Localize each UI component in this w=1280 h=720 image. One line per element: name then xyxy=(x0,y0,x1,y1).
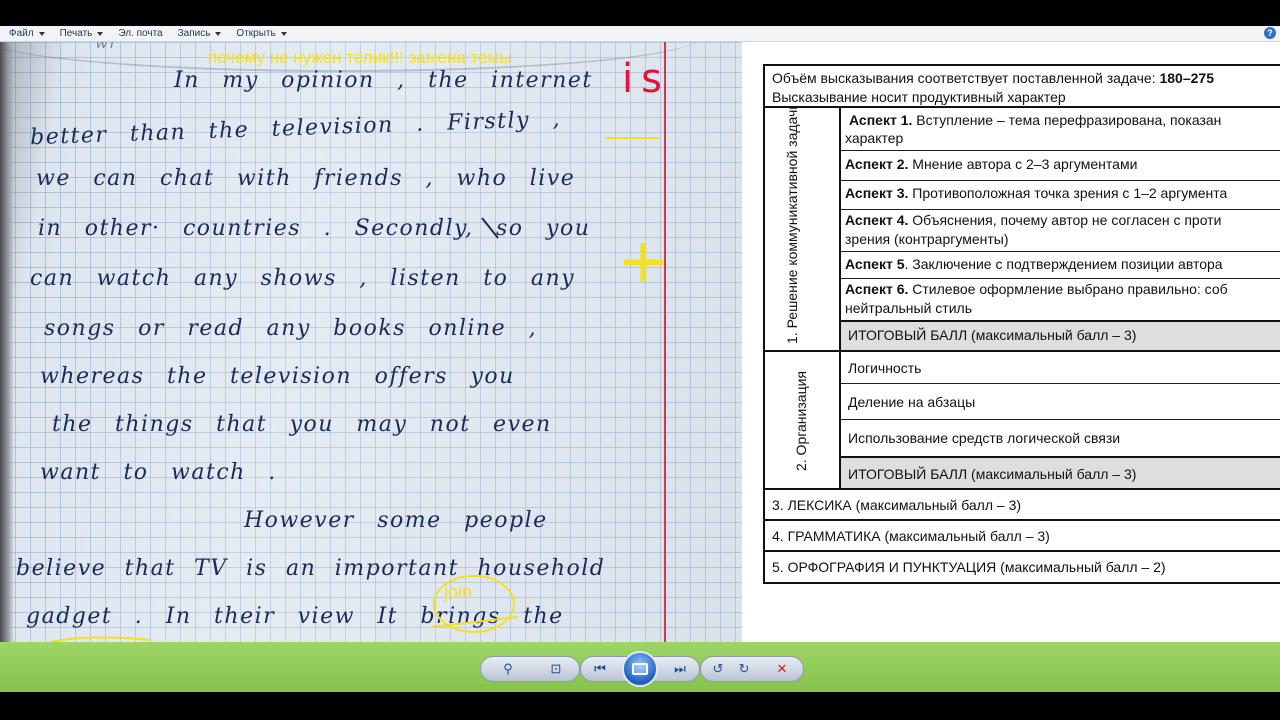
ink-strikeout xyxy=(481,217,499,239)
rubric-intro-box: Объём высказывания соответствует поставл… xyxy=(763,64,1280,108)
aspect-2: Аспект 2. Мнение автора с 2–3 аргументам… xyxy=(845,156,1138,172)
chevron-down-icon xyxy=(280,31,287,36)
toolbar-group-left: ⚲ ⊡ xyxy=(480,656,580,682)
rubric-section-organization: 2. Организация Логичность Деление на абз… xyxy=(763,350,1280,490)
menu-burn[interactable]: Запись xyxy=(169,28,228,39)
yellow-circle-brings xyxy=(433,575,515,633)
fit-window-icon[interactable]: ⊡ xyxy=(543,657,569,681)
row-divider xyxy=(841,180,1280,181)
aspect-4-cont: зрения (контраргументы) xyxy=(845,231,1009,247)
chevron-down-icon xyxy=(38,31,45,36)
menu-bar: Файл Печать Эл. почта Запись Открыть ? xyxy=(0,26,1280,42)
aspect-1: Аспект 1. Вступление – тема перефразиров… xyxy=(849,112,1222,128)
rubric-section-lexis: 3. ЛЕКСИКА (максимальный балл – 3) xyxy=(763,488,1280,521)
org-linking: Использование средств логической связи xyxy=(848,430,1121,446)
notebook-photo: wr In my opinion , the internet better t… xyxy=(0,42,742,642)
row-divider xyxy=(841,419,1280,420)
org-paragraphs: Деление на абзацы xyxy=(848,394,976,410)
section5-label: 5. ОРФОГРАФИЯ И ПУНКТУАЦИЯ (максимальный… xyxy=(772,559,1166,575)
section1-total: ИТОГОВЫЙ БАЛЛ (максимальный балл – 3) xyxy=(848,327,1137,343)
window-bottom-strip xyxy=(0,692,1280,720)
delete-icon[interactable]: ✕ xyxy=(769,657,795,681)
row-divider xyxy=(841,251,1280,252)
menu-email[interactable]: Эл. почта xyxy=(109,28,168,39)
section2-title: 2. Организация xyxy=(793,371,809,472)
rotate-cw-icon[interactable]: ↻ xyxy=(731,657,757,681)
next-icon[interactable]: ⏭ xyxy=(667,657,693,681)
org-logic: Логичность xyxy=(848,360,922,376)
section1-divider xyxy=(839,108,841,350)
image-viewer-canvas: wr In my opinion , the internet better t… xyxy=(0,42,1280,642)
zoom-icon[interactable]: ⚲ xyxy=(495,657,521,681)
row-divider xyxy=(841,150,1280,151)
section3-label: 3. ЛЕКСИКА (максимальный балл – 3) xyxy=(772,497,1022,513)
slideshow-button[interactable] xyxy=(622,651,658,687)
aspect-4: Аспект 4. Объяснения, почему автор не со… xyxy=(845,212,1222,228)
help-icon[interactable]: ? xyxy=(1264,27,1276,39)
menu-open[interactable]: Открыть xyxy=(227,28,292,39)
menu-file[interactable]: Файл xyxy=(0,28,51,39)
rotate-ccw-icon[interactable]: ↺ xyxy=(705,657,731,681)
rubric-section-content: 1. Решение коммуникативной задачи (Содер… xyxy=(763,106,1280,352)
menu-print[interactable]: Печать xyxy=(51,28,110,39)
aspect-5: Аспект 5. Заключение с подтверждением по… xyxy=(845,256,1223,272)
rubric-productive-line: Высказывание носит продуктивный характер xyxy=(772,89,1066,105)
rubric-section-spelling: 5. ОРФОГРАФИЯ И ПУНКТУАЦИЯ (максимальный… xyxy=(763,550,1280,584)
window-top-strip xyxy=(0,0,1280,26)
previous-icon[interactable]: ⏮ xyxy=(587,657,613,681)
viewer-toolbar: ⚲ ⊡ ⏮ ⏭ ↺ ↻ ✕ xyxy=(0,642,1280,692)
aspect-3: Аспект 3. Противоположная точка зрения с… xyxy=(845,185,1228,201)
section4-label: 4. ГРАММАТИКА (максимальный балл – 3) xyxy=(772,528,1050,544)
rubric-section-grammar: 4. ГРАММАТИКА (максимальный балл – 3) xyxy=(763,519,1280,552)
row-divider xyxy=(841,383,1280,384)
rubric-table: Объём высказывания соответствует поставл… xyxy=(763,64,1280,584)
section2-total: ИТОГОВЫЙ БАЛЛ (максимальный балл – 3) xyxy=(848,466,1137,482)
chevron-down-icon xyxy=(97,31,104,36)
aspect-1-cont: характер xyxy=(845,130,904,146)
section1-title: 1. Решение коммуникативной задачи (Содер… xyxy=(784,106,800,344)
rubric-volume-line: Объём высказывания соответствует поставл… xyxy=(772,70,1214,86)
slideshow-icon xyxy=(632,663,648,675)
chevron-down-icon xyxy=(215,31,222,36)
row-divider xyxy=(841,278,1280,279)
aspect-6: Аспект 6. Стилевое оформление выбрано пр… xyxy=(845,281,1228,297)
annotation-strokes xyxy=(49,137,660,642)
toolbar-group-right: ↺ ↻ ✕ xyxy=(700,656,804,682)
row-divider xyxy=(841,209,1280,210)
aspect-6-cont: нейтральный стиль xyxy=(845,300,972,316)
